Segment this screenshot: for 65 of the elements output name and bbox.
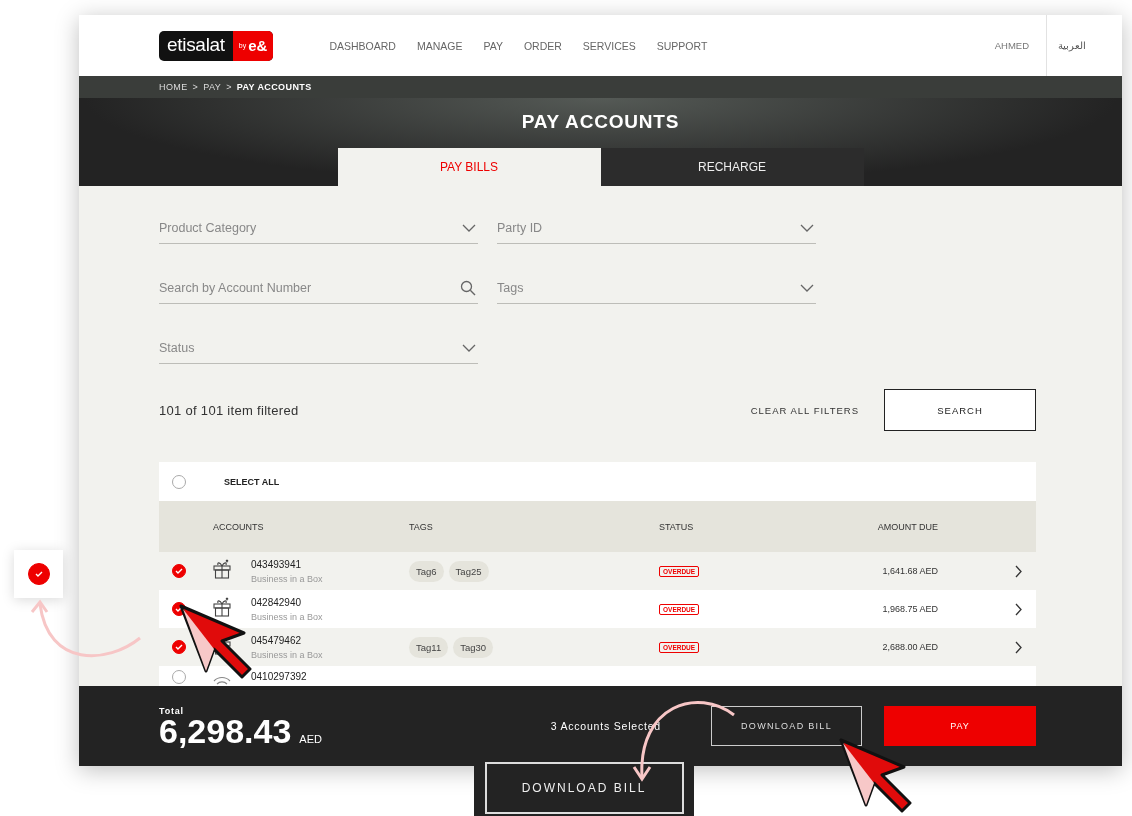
product-name: Business in a Box: [251, 611, 324, 622]
column-header: TAGS: [409, 521, 434, 532]
currency-label: AED: [299, 733, 322, 745]
download-bill-button[interactable]: DOWNLOAD BILL: [711, 706, 862, 746]
total-amount: 6,298.43: [159, 716, 292, 746]
row-checkbox[interactable]: [172, 670, 186, 684]
dropdown-field[interactable]: Tags: [497, 281, 800, 295]
chevron-down-icon: [462, 344, 476, 352]
download-bill-button[interactable]: DOWNLOAD BILL: [484, 762, 684, 814]
search-field[interactable]: Search by Account Number: [159, 281, 460, 295]
result-count: 101 of 101 item filtered: [159, 402, 299, 418]
nav-link[interactable]: MANAGE: [416, 39, 463, 52]
column-header: ACCOUNTS: [213, 521, 265, 532]
amount-due: 1,641.68 AED: [882, 566, 938, 576]
cursor-arrow-icon: [838, 737, 914, 813]
account-number[interactable]: 045479462: [251, 634, 409, 646]
page-title: PAY ACCOUNTS: [521, 111, 680, 134]
chevron-down-icon: [800, 284, 814, 292]
row-checkbox[interactable]: [172, 640, 186, 654]
product-name: Business in a Box: [251, 649, 324, 660]
language-link[interactable]: العربية: [1058, 40, 1086, 51]
breadcrumb-separator: >: [226, 82, 232, 92]
nav-link[interactable]: ORDER: [523, 39, 562, 52]
breadcrumb-link[interactable]: PAY: [203, 82, 222, 92]
chevron-right-icon[interactable]: [1015, 640, 1022, 654]
chevron-down-icon: [800, 224, 814, 232]
account-number[interactable]: 042842940: [251, 596, 409, 608]
search-button[interactable]: SEARCH: [884, 389, 1036, 431]
account-number[interactable]: 0410297392: [251, 671, 409, 682]
tag-chip: Tag11: [409, 636, 449, 658]
amount-due: 2,688.00 AED: [882, 642, 938, 652]
pay-button[interactable]: PAY: [884, 706, 1036, 746]
nav-link[interactable]: SUPPORT: [656, 39, 708, 52]
checkbox-zoomed[interactable]: [27, 563, 50, 585]
chevron-right-icon[interactable]: [1015, 602, 1022, 616]
user-name[interactable]: AHMED: [994, 40, 1046, 51]
total-label: Total: [159, 706, 185, 716]
chevron-down-icon: [462, 224, 476, 232]
dropdown-field[interactable]: Status: [159, 341, 462, 355]
breadcrumb-link[interactable]: HOME: [159, 82, 188, 92]
nav-link[interactable]: SERVICES: [582, 39, 636, 52]
nav-link[interactable]: DASHBOARD: [329, 39, 396, 52]
select-all-checkbox[interactable]: [172, 474, 186, 489]
column-header: AMOUNT DUE: [877, 521, 938, 532]
chevron-right-icon[interactable]: [1015, 564, 1022, 578]
column-header: STATUS: [659, 521, 695, 532]
tag-chip: Tag25: [448, 560, 489, 582]
brand-logo[interactable]: etisalat $^{by}$ e&: [159, 30, 274, 61]
dropdown-field[interactable]: Party ID: [497, 221, 800, 235]
nav-link[interactable]: PAY: [483, 39, 503, 52]
tag-chip: Tag6: [409, 560, 444, 582]
breadcrumb-separator: >: [192, 82, 199, 92]
product-name: Business in a Box: [251, 573, 324, 584]
tag-chip: Tag30: [453, 636, 494, 658]
breadcrumb-current: PAY ACCOUNTS: [236, 82, 312, 92]
dropdown-field[interactable]: Product Category: [159, 221, 462, 235]
wifi-icon: [213, 675, 231, 685]
account-number[interactable]: 043493941: [251, 558, 409, 570]
tab[interactable]: RECHARGE: [600, 148, 864, 186]
search-icon: [460, 280, 476, 296]
select-all-label: SELECT ALL: [224, 476, 280, 487]
row-checkbox[interactable]: [172, 564, 186, 578]
clear-filters-link[interactable]: CLEAR ALL FILTERS: [750, 404, 859, 416]
tab[interactable]: PAY BILLS: [337, 148, 601, 186]
amount-due: 1,968.75 AED: [882, 604, 938, 614]
